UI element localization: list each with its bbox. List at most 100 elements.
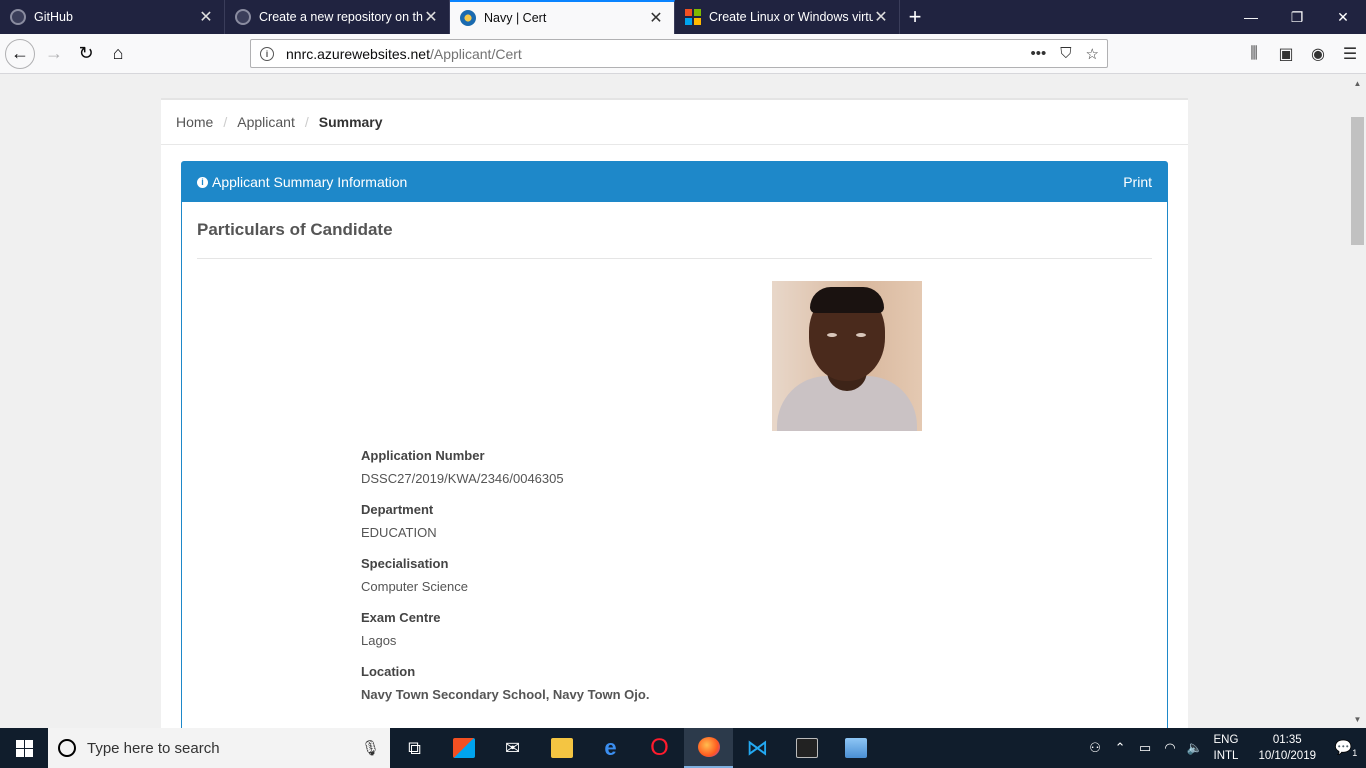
field-value: DSSC27/2019/KWA/2346/0046305 <box>361 471 564 486</box>
window-controls: — ❐ ✕ <box>1228 0 1366 34</box>
page-viewport: Home / Applicant / Summary i Applicant S… <box>0 75 1349 728</box>
scrollbar-thumb[interactable] <box>1351 117 1364 245</box>
lang-code: ENG <box>1213 734 1239 746</box>
page-actions-icon[interactable]: ••• <box>1031 45 1047 63</box>
image-viewer-icon[interactable] <box>831 728 880 768</box>
field-specialisation: Specialisation Computer Science <box>361 554 649 596</box>
close-tab-icon[interactable]: ✕ <box>873 7 889 27</box>
field-department: Department EDUCATION <box>361 500 649 542</box>
tab-title: Navy | Cert <box>484 11 547 25</box>
microphone-icon[interactable]: 🎙 <box>361 739 380 757</box>
search-placeholder: Type here to search <box>87 739 220 757</box>
breadcrumb-current: Summary <box>318 114 383 130</box>
print-link[interactable]: Print <box>1123 174 1152 190</box>
notification-center-icon[interactable]: 💬1 <box>1326 739 1366 758</box>
clock[interactable]: 01:35 10/10/2019 <box>1258 732 1316 764</box>
breadcrumb-applicant-link[interactable]: Applicant <box>237 114 295 130</box>
section-divider <box>197 258 1152 259</box>
breadcrumb: Home / Applicant / Summary <box>161 100 1188 145</box>
candidate-fields: Application Number DSSC27/2019/KWA/2346/… <box>361 446 649 716</box>
bookmark-star-icon[interactable]: ☆ <box>1086 45 1099 63</box>
address-bar[interactable]: i nnrc.azurewebsites.net/Applicant/Cert … <box>250 39 1108 68</box>
panel-heading: i Applicant Summary Information Print <box>182 162 1167 202</box>
close-tab-icon[interactable]: ✕ <box>648 8 664 28</box>
browser-tab-strip: GitHub ✕ Create a new repository on the … <box>0 0 1366 34</box>
terminal-icon[interactable] <box>782 728 831 768</box>
field-label: Exam Centre <box>361 610 441 625</box>
panel-title: Applicant Summary Information <box>212 174 408 190</box>
opera-icon[interactable]: O <box>635 728 684 768</box>
url-path: /Applicant/Cert <box>429 45 522 62</box>
mail-icon[interactable]: ✉ <box>488 728 537 768</box>
taskbar-search[interactable]: Type here to search 🎙 <box>48 728 390 768</box>
store-icon[interactable] <box>439 728 488 768</box>
navy-crest-icon <box>460 10 476 26</box>
menu-icon[interactable]: ☰ <box>1334 44 1366 64</box>
close-window-icon[interactable]: ✕ <box>1320 0 1366 34</box>
field-value: Computer Science <box>361 579 468 594</box>
breadcrumb-separator: / <box>223 114 228 130</box>
candidate-photo <box>772 281 922 431</box>
field-label: Location <box>361 664 416 679</box>
notification-count: 1 <box>1352 747 1358 758</box>
back-button[interactable]: ← <box>5 38 35 69</box>
lang-layout: INTL <box>1213 750 1239 762</box>
field-exam-centre: Exam Centre Lagos <box>361 608 649 650</box>
field-label: Application Number <box>361 448 485 463</box>
scroll-down-icon[interactable]: ▼ <box>1349 711 1366 728</box>
close-tab-icon[interactable]: ✕ <box>423 7 439 27</box>
info-circle-icon: i <box>197 176 208 188</box>
battery-icon[interactable]: ▭ <box>1133 740 1158 756</box>
wifi-icon[interactable]: ◠ <box>1158 740 1183 756</box>
home-button[interactable]: ⌂ <box>102 38 134 70</box>
account-icon[interactable]: ◉ <box>1302 44 1334 64</box>
tab-navy-cert[interactable]: Navy | Cert ✕ <box>450 0 675 34</box>
system-tray: ⚇ ⌃ ▭ ◠ 🔈 ENG INTL 01:35 10/10/2019 💬1 <box>1083 728 1366 768</box>
sidebar-icon[interactable]: ▣ <box>1270 44 1302 64</box>
reload-button[interactable]: ↻ <box>70 38 102 70</box>
tab-github[interactable]: GitHub ✕ <box>0 0 225 34</box>
field-label: Department <box>361 502 434 517</box>
applicant-summary-panel: i Applicant Summary Information Print Pa… <box>181 161 1168 728</box>
tab-title: GitHub <box>34 10 73 24</box>
pocket-icon[interactable]: ⛉ <box>1060 45 1071 63</box>
start-button[interactable] <box>0 728 48 768</box>
tab-create-vm[interactable]: Create Linux or Windows virtua ✕ <box>675 0 900 34</box>
people-icon[interactable]: ⚇ <box>1083 740 1108 756</box>
forward-button[interactable]: → <box>38 38 70 70</box>
browser-navbar: ← → ↻ ⌂ i nnrc.azurewebsites.net/Applica… <box>0 34 1366 74</box>
vscode-icon[interactable]: ⋈ <box>733 728 782 768</box>
library-icon[interactable]: ⫼ <box>1238 45 1270 63</box>
clock-time: 01:35 <box>1272 734 1302 746</box>
file-explorer-icon[interactable] <box>537 728 586 768</box>
close-tab-icon[interactable]: ✕ <box>198 7 214 27</box>
field-label: Specialisation <box>361 556 449 571</box>
breadcrumb-separator: / <box>304 114 309 130</box>
breadcrumb-home-link[interactable]: Home <box>176 114 213 130</box>
chevron-up-icon[interactable]: ⌃ <box>1108 740 1133 756</box>
field-location: Location Navy Town Secondary School, Nav… <box>361 662 649 704</box>
clock-date: 10/10/2019 <box>1258 750 1316 762</box>
tab-title: Create a new repository on the <box>259 10 423 24</box>
field-value: Lagos <box>361 633 397 648</box>
field-value: EDUCATION <box>361 525 437 540</box>
tab-create-repository[interactable]: Create a new repository on the ✕ <box>225 0 450 34</box>
tab-title: Create Linux or Windows virtua <box>709 10 873 24</box>
site-info-icon[interactable]: i <box>260 46 274 61</box>
edge-icon[interactable]: e <box>586 728 635 768</box>
github-icon <box>235 9 251 25</box>
task-view-icon[interactable]: ⧉ <box>390 728 439 768</box>
cortana-icon <box>58 739 76 757</box>
firefox-icon[interactable] <box>684 728 733 768</box>
volume-icon[interactable]: 🔈 <box>1183 740 1208 756</box>
minimize-icon[interactable]: — <box>1228 0 1274 34</box>
url-domain: nnrc.azurewebsites.net <box>286 45 430 62</box>
restore-icon[interactable]: ❐ <box>1274 0 1320 34</box>
new-tab-button[interactable]: + <box>900 0 930 34</box>
scroll-up-icon[interactable]: ▲ <box>1349 75 1366 92</box>
section-title: Particulars of Candidate <box>197 220 393 239</box>
windows-logo-icon <box>15 739 33 757</box>
input-language[interactable]: ENG INTL <box>1214 732 1239 764</box>
vertical-scrollbar[interactable]: ▲ ▼ <box>1349 75 1366 728</box>
field-value: Navy Town Secondary School, Navy Town Oj… <box>361 687 650 702</box>
